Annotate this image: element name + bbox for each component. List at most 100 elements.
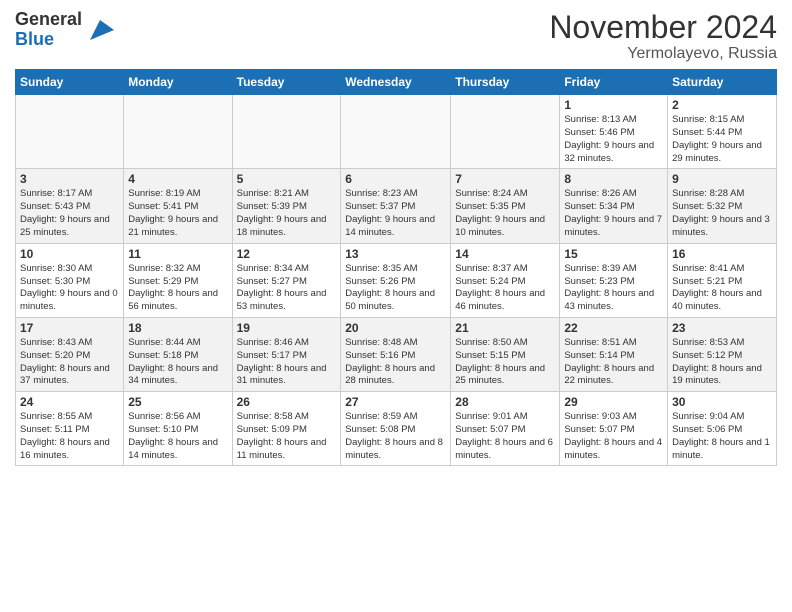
calendar-cell: 16 Sunrise: 8:41 AM Sunset: 5:21 PM Dayli…	[668, 243, 777, 317]
day-info: Sunrise: 9:01 AM Sunset: 5:07 PM Dayligh…	[455, 411, 555, 462]
month-title: November 2024	[549, 10, 777, 45]
day-number: 7	[455, 172, 555, 186]
calendar-cell: 13 Sunrise: 8:35 AM Sunset: 5:26 PM Dayli…	[341, 243, 451, 317]
day-number: 19	[237, 321, 337, 335]
calendar-week-row: 17 Sunrise: 8:43 AM Sunset: 5:20 PM Dayli…	[16, 317, 777, 391]
calendar-cell: 24 Sunrise: 8:55 AM Sunset: 5:11 PM Dayli…	[16, 392, 124, 466]
day-number: 21	[455, 321, 555, 335]
calendar-cell: 7 Sunrise: 8:24 AM Sunset: 5:35 PM Daylig…	[451, 169, 560, 243]
calendar-cell: 21 Sunrise: 8:50 AM Sunset: 5:15 PM Dayli…	[451, 317, 560, 391]
day-number: 6	[345, 172, 446, 186]
day-info: Sunrise: 8:13 AM Sunset: 5:46 PM Dayligh…	[564, 114, 663, 165]
day-info: Sunrise: 8:53 AM Sunset: 5:12 PM Dayligh…	[672, 337, 772, 388]
calendar-cell: 22Sunrise: 8:51 AM Sunset: 5:14 PM Dayli…	[560, 317, 668, 391]
day-info: Sunrise: 8:24 AM Sunset: 5:35 PM Dayligh…	[455, 188, 555, 239]
day-number: 2	[672, 98, 772, 112]
day-number: 15	[564, 247, 663, 261]
calendar-cell: 27 Sunrise: 8:59 AM Sunset: 5:08 PM Dayli…	[341, 392, 451, 466]
calendar-body: 1Sunrise: 8:13 AM Sunset: 5:46 PM Daylig…	[16, 95, 777, 466]
day-info: Sunrise: 8:44 AM Sunset: 5:18 PM Dayligh…	[128, 337, 227, 388]
day-info: Sunrise: 8:35 AM Sunset: 5:26 PM Dayligh…	[345, 263, 446, 314]
calendar-cell: 3Sunrise: 8:17 AM Sunset: 5:43 PM Daylig…	[16, 169, 124, 243]
day-number: 3	[20, 172, 119, 186]
day-info: Sunrise: 8:51 AM Sunset: 5:14 PM Dayligh…	[564, 337, 663, 388]
calendar-cell: 1Sunrise: 8:13 AM Sunset: 5:46 PM Daylig…	[560, 95, 668, 169]
calendar-cell: 19 Sunrise: 8:46 AM Sunset: 5:17 PM Dayli…	[232, 317, 341, 391]
day-number: 27	[345, 395, 446, 409]
day-info: Sunrise: 8:23 AM Sunset: 5:37 PM Dayligh…	[345, 188, 446, 239]
day-number: 13	[345, 247, 446, 261]
location-title: Yermolayevo, Russia	[549, 45, 777, 63]
day-info: Sunrise: 8:46 AM Sunset: 5:17 PM Dayligh…	[237, 337, 337, 388]
calendar-cell: 26 Sunrise: 8:58 AM Sunset: 5:09 PM Dayli…	[232, 392, 341, 466]
calendar-cell: 20 Sunrise: 8:48 AM Sunset: 5:16 PM Dayli…	[341, 317, 451, 391]
day-number: 11	[128, 247, 227, 261]
day-info: Sunrise: 9:03 AM Sunset: 5:07 PM Dayligh…	[564, 411, 663, 462]
header: General Blue November 2024 Yermolayevo, …	[15, 10, 777, 63]
calendar-cell	[124, 95, 232, 169]
day-number: 9	[672, 172, 772, 186]
col-wednesday: Wednesday	[341, 70, 451, 95]
day-info: Sunrise: 9:04 AM Sunset: 5:06 PM Dayligh…	[672, 411, 772, 462]
day-number: 10	[20, 247, 119, 261]
calendar-cell: 12 Sunrise: 8:34 AM Sunset: 5:27 PM Dayli…	[232, 243, 341, 317]
day-info: Sunrise: 8:43 AM Sunset: 5:20 PM Dayligh…	[20, 337, 119, 388]
day-info: Sunrise: 8:56 AM Sunset: 5:10 PM Dayligh…	[128, 411, 227, 462]
col-tuesday: Tuesday	[232, 70, 341, 95]
calendar-cell: 5Sunrise: 8:21 AM Sunset: 5:39 PM Daylig…	[232, 169, 341, 243]
calendar-cell: 6 Sunrise: 8:23 AM Sunset: 5:37 PM Daylig…	[341, 169, 451, 243]
day-number: 26	[237, 395, 337, 409]
col-saturday: Saturday	[668, 70, 777, 95]
day-number: 25	[128, 395, 227, 409]
calendar-cell: 25 Sunrise: 8:56 AM Sunset: 5:10 PM Dayli…	[124, 392, 232, 466]
title-section: November 2024 Yermolayevo, Russia	[549, 10, 777, 63]
day-info: Sunrise: 8:19 AM Sunset: 5:41 PM Dayligh…	[128, 188, 227, 239]
calendar-cell: 14 Sunrise: 8:37 AM Sunset: 5:24 PM Dayli…	[451, 243, 560, 317]
day-info: Sunrise: 8:21 AM Sunset: 5:39 PM Dayligh…	[237, 188, 337, 239]
logo: General Blue	[15, 10, 114, 50]
day-number: 30	[672, 395, 772, 409]
calendar-table: Sunday Monday Tuesday Wednesday Thursday…	[15, 69, 777, 466]
calendar-cell: 30 Sunrise: 9:04 AM Sunset: 5:06 PM Dayli…	[668, 392, 777, 466]
day-number: 29	[564, 395, 663, 409]
calendar-cell: 10Sunrise: 8:30 AM Sunset: 5:30 PM Dayli…	[16, 243, 124, 317]
day-info: Sunrise: 8:59 AM Sunset: 5:08 PM Dayligh…	[345, 411, 446, 462]
day-info: Sunrise: 8:48 AM Sunset: 5:16 PM Dayligh…	[345, 337, 446, 388]
calendar-header: Sunday Monday Tuesday Wednesday Thursday…	[16, 70, 777, 95]
day-info: Sunrise: 8:37 AM Sunset: 5:24 PM Dayligh…	[455, 263, 555, 314]
day-info: Sunrise: 8:55 AM Sunset: 5:11 PM Dayligh…	[20, 411, 119, 462]
page: General Blue November 2024 Yermolayevo, …	[0, 0, 792, 612]
calendar-cell: 2 Sunrise: 8:15 AM Sunset: 5:44 PM Daylig…	[668, 95, 777, 169]
day-info: Sunrise: 8:50 AM Sunset: 5:15 PM Dayligh…	[455, 337, 555, 388]
day-number: 20	[345, 321, 446, 335]
day-number: 17	[20, 321, 119, 335]
day-number: 14	[455, 247, 555, 261]
calendar-week-row: 10Sunrise: 8:30 AM Sunset: 5:30 PM Dayli…	[16, 243, 777, 317]
day-info: Sunrise: 8:15 AM Sunset: 5:44 PM Dayligh…	[672, 114, 772, 165]
day-number: 23	[672, 321, 772, 335]
calendar-week-row: 3Sunrise: 8:17 AM Sunset: 5:43 PM Daylig…	[16, 169, 777, 243]
calendar-cell: 8Sunrise: 8:26 AM Sunset: 5:34 PM Daylig…	[560, 169, 668, 243]
day-number: 12	[237, 247, 337, 261]
day-number: 16	[672, 247, 772, 261]
logo-blue: Blue	[15, 30, 82, 50]
calendar-cell: 28 Sunrise: 9:01 AM Sunset: 5:07 PM Dayli…	[451, 392, 560, 466]
header-row: Sunday Monday Tuesday Wednesday Thursday…	[16, 70, 777, 95]
calendar-cell: 9Sunrise: 8:28 AM Sunset: 5:32 PM Daylig…	[668, 169, 777, 243]
day-number: 28	[455, 395, 555, 409]
calendar-week-row: 24 Sunrise: 8:55 AM Sunset: 5:11 PM Dayli…	[16, 392, 777, 466]
col-sunday: Sunday	[16, 70, 124, 95]
day-number: 24	[20, 395, 119, 409]
day-info: Sunrise: 8:39 AM Sunset: 5:23 PM Dayligh…	[564, 263, 663, 314]
calendar-week-row: 1Sunrise: 8:13 AM Sunset: 5:46 PM Daylig…	[16, 95, 777, 169]
logo-icon	[86, 16, 114, 44]
day-info: Sunrise: 8:34 AM Sunset: 5:27 PM Dayligh…	[237, 263, 337, 314]
calendar-cell: 18Sunrise: 8:44 AM Sunset: 5:18 PM Dayli…	[124, 317, 232, 391]
day-info: Sunrise: 8:26 AM Sunset: 5:34 PM Dayligh…	[564, 188, 663, 239]
calendar-cell	[16, 95, 124, 169]
day-info: Sunrise: 8:58 AM Sunset: 5:09 PM Dayligh…	[237, 411, 337, 462]
col-monday: Monday	[124, 70, 232, 95]
calendar-cell	[341, 95, 451, 169]
calendar-cell	[451, 95, 560, 169]
day-info: Sunrise: 8:41 AM Sunset: 5:21 PM Dayligh…	[672, 263, 772, 314]
